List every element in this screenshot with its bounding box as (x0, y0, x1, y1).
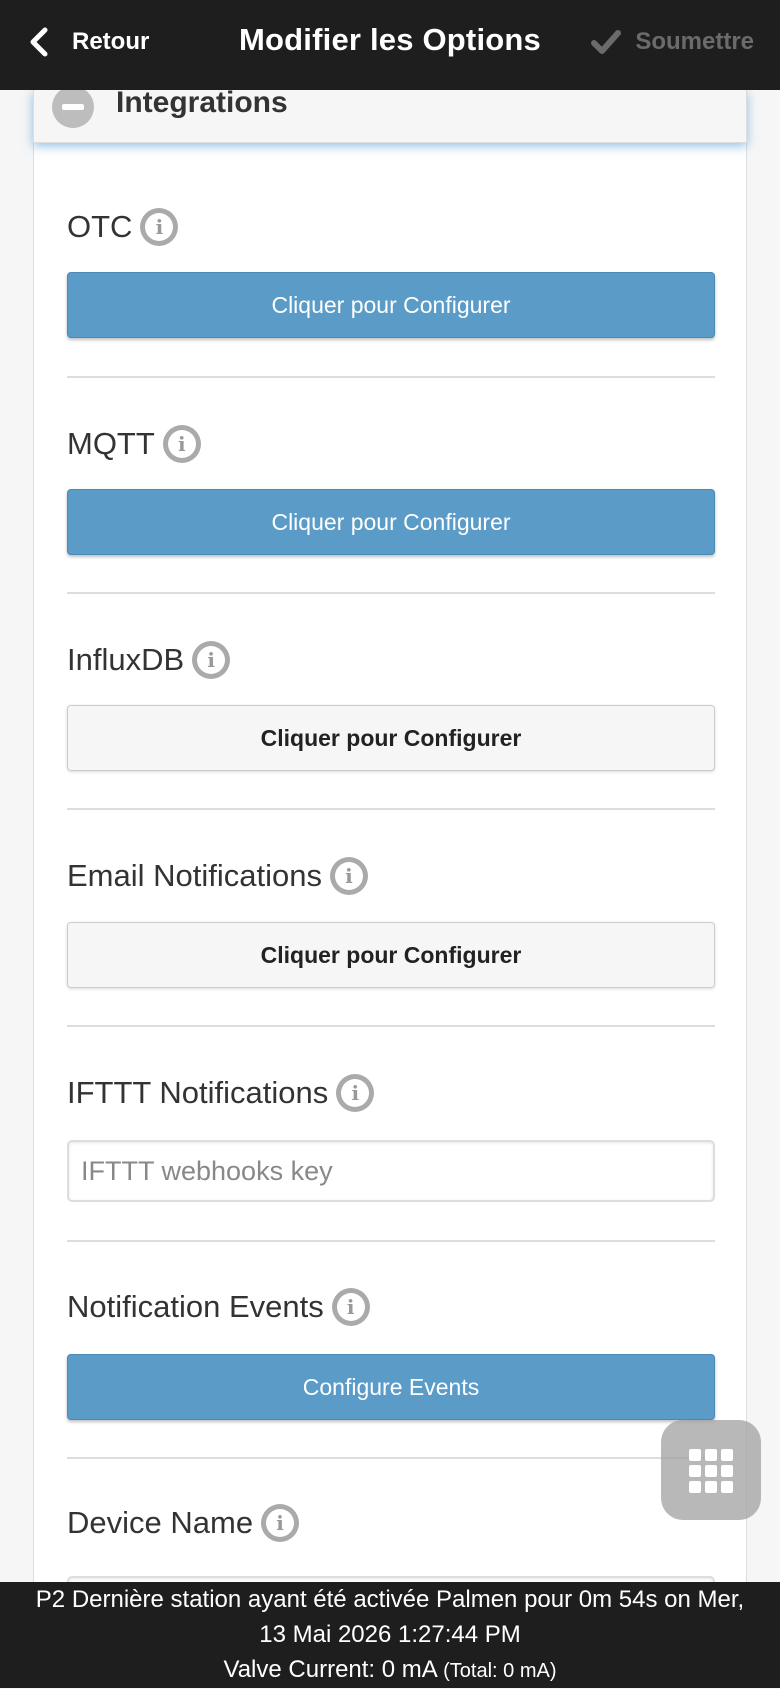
email-label: Email Notifications (67, 858, 322, 893)
valve-current: Valve Current: 0 mA (223, 1656, 437, 1683)
configure-events-button[interactable]: Configure Events (67, 1354, 715, 1420)
integrations-panel: OTC i Cliquer pour Configurer MQTT i Cli… (33, 142, 747, 1642)
field-label-ifttt: IFTTT Notifications i (67, 1071, 715, 1115)
field-email-notifications: Email Notifications i Cliquer pour Confi… (67, 854, 715, 988)
device-name-label: Device Name (67, 1505, 254, 1540)
influxdb-configure-button[interactable]: Cliquer pour Configurer (67, 705, 715, 771)
quick-menu-button[interactable] (661, 1420, 761, 1520)
field-label-mqtt: MQTT i (67, 422, 715, 466)
influxdb-label: InfluxDB (67, 642, 185, 677)
field-mqtt: MQTT i Cliquer pour Configurer (67, 422, 715, 555)
otc-configure-button[interactable]: Cliquer pour Configurer (67, 272, 715, 338)
field-label-email: Email Notifications i (67, 854, 715, 898)
last-run-status: P2 Dernière station ayant été activée Pa… (35, 1586, 745, 1613)
field-ifttt-notifications: IFTTT Notifications i (67, 1071, 715, 1202)
divider (67, 1025, 715, 1027)
ifttt-webhooks-key-input[interactable] (67, 1140, 715, 1202)
field-notification-events: Notification Events i Configure Events (67, 1285, 715, 1420)
divider (67, 1457, 715, 1459)
header-bar: Retour Modifier les Options Soumettre (0, 0, 780, 90)
field-otc: OTC i Cliquer pour Configurer (67, 205, 715, 338)
field-label-otc: OTC i (67, 205, 715, 249)
last-run-datetime: 13 Mai 2026 1:27:44 PM (259, 1621, 521, 1648)
status-footer: P2 Dernière station ayant été activée Pa… (0, 1582, 780, 1688)
section-title: Integrations (116, 86, 288, 119)
divider (67, 376, 715, 378)
field-label-events: Notification Events i (67, 1285, 715, 1329)
divider (67, 592, 715, 594)
checkmark-icon (591, 30, 622, 54)
mqtt-configure-button[interactable]: Cliquer pour Configurer (67, 489, 715, 555)
info-icon[interactable]: i (261, 1504, 300, 1542)
field-influxdb: InfluxDB i Cliquer pour Configurer (67, 638, 715, 771)
divider (67, 808, 715, 810)
integrations-section-header[interactable]: Integrations (33, 86, 747, 143)
info-icon[interactable]: i (331, 1288, 370, 1326)
info-icon[interactable]: i (192, 641, 231, 679)
divider (67, 1240, 715, 1242)
events-label: Notification Events (67, 1289, 324, 1324)
field-label-influxdb: InfluxDB i (67, 638, 715, 682)
field-device-name: Device Name i (67, 1501, 715, 1638)
email-configure-button[interactable]: Cliquer pour Configurer (67, 922, 715, 988)
valve-current-status: Valve Current: 0 mA (Total: 0 mA) (0, 1652, 780, 1689)
options-content: OTC i Cliquer pour Configurer MQTT i Cli… (33, 86, 747, 1642)
info-icon[interactable]: i (140, 208, 179, 246)
info-icon[interactable]: i (336, 1074, 375, 1112)
mqtt-label: MQTT (67, 426, 155, 461)
collapse-minus-icon (52, 86, 94, 128)
info-icon[interactable]: i (329, 857, 368, 895)
valve-current-total: (Total: 0 mA) (443, 1660, 557, 1682)
submit-label: Soumettre (635, 28, 754, 55)
grid-icon (689, 1449, 733, 1493)
ifttt-label: IFTTT Notifications (67, 1075, 329, 1110)
info-icon[interactable]: i (162, 425, 201, 463)
field-label-device-name: Device Name i (67, 1501, 715, 1545)
submit-button[interactable]: Soumettre (591, 22, 754, 62)
otc-label: OTC (67, 209, 133, 244)
